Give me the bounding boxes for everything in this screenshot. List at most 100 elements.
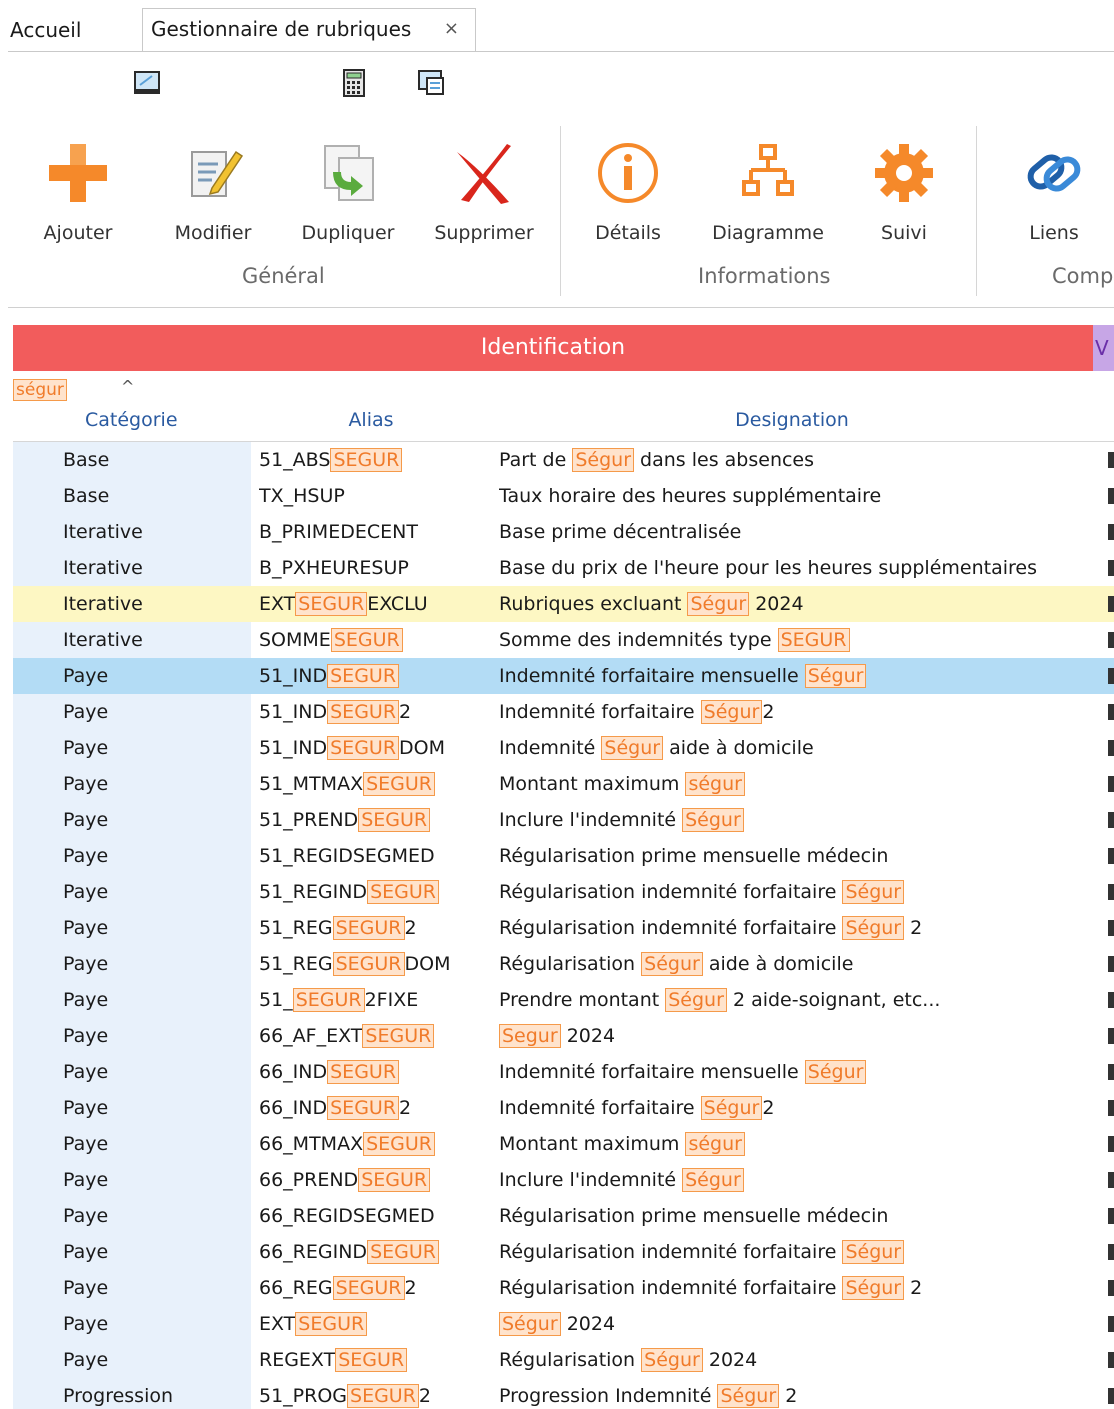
search-highlight: SEGUR xyxy=(335,1348,408,1372)
diagram-icon xyxy=(742,144,794,196)
table-row[interactable]: Paye 66_IND SEGUR 2 Indemnité forfaitaire Sé… xyxy=(13,1090,1114,1126)
cell-alias: 66_MTMAX SEGUR xyxy=(259,1126,491,1162)
cell-next xyxy=(1108,488,1114,504)
cell-text: SOMME xyxy=(259,629,331,651)
cell-text: 2024 xyxy=(560,1313,616,1335)
column-header-next[interactable] xyxy=(1093,371,1114,442)
link-icon xyxy=(1027,154,1081,192)
table-row[interactable]: Iterative EXT SEGUR EXCLU Rubriques excluant… xyxy=(13,586,1114,622)
search-highlight: SEGUR xyxy=(295,592,368,616)
search-highlight: Ségur xyxy=(842,916,905,940)
tab-accueil[interactable]: Accueil xyxy=(10,10,81,50)
tab-gestionnaire-rubriques[interactable]: Gestionnaire de rubriques × xyxy=(142,8,476,52)
suivi-button[interactable]: Suivi xyxy=(844,138,964,244)
cell-categorie: Paye xyxy=(13,766,251,802)
cell-text: dans les absences xyxy=(634,449,815,471)
cell-text: 51_IND xyxy=(259,665,328,687)
cell-designation: Indemnité forfaitaire Ségur 2 xyxy=(499,694,1093,730)
diagramme-button[interactable]: Diagramme xyxy=(708,138,828,244)
table-row[interactable]: Paye 51_PREND SEGUR Inclure l'indemnité Ség… xyxy=(13,802,1114,838)
table-row[interactable]: Iterative SOMME SEGUR Somme des indemnités … xyxy=(13,622,1114,658)
table-row[interactable]: Paye 51_IND SEGUR Indemnité forfaitaire men… xyxy=(13,658,1114,694)
liens-button[interactable]: Liens xyxy=(994,138,1114,244)
filter-chip[interactable]: ségur xyxy=(13,379,67,401)
table-row[interactable]: Base 51_ABS SEGUR Part de Ségur dans les ab… xyxy=(13,442,1114,478)
dupliquer-button[interactable]: Dupliquer xyxy=(288,138,408,244)
table-row[interactable]: Progression 51_PROG SEGUR 2 Progression Inde… xyxy=(13,1378,1114,1409)
cell-designation: Part de Ségur dans les absences xyxy=(499,442,1093,478)
window-icon[interactable] xyxy=(416,68,446,98)
supprimer-button[interactable]: Supprimer xyxy=(424,138,544,244)
table-row[interactable]: Paye 51_MTMAX SEGUR Montant maximum ségur xyxy=(13,766,1114,802)
cell-text: 51_IND xyxy=(259,701,328,723)
table-row[interactable]: Paye 66_REGIND SEGUR Régularisation indemni… xyxy=(13,1234,1114,1270)
column-label: Designation xyxy=(735,409,849,431)
table-row[interactable]: Paye 66_PREND SEGUR Inclure l'indemnité Ség… xyxy=(13,1162,1114,1198)
cell-next xyxy=(1108,1352,1114,1368)
cell-next xyxy=(1108,524,1114,540)
cell-text: DOM xyxy=(399,737,446,759)
cell-categorie: Iterative xyxy=(13,514,251,550)
cell-text: EXCLU xyxy=(367,593,428,615)
table-row[interactable]: Paye 51_REG SEGUR 2 Régularisation indemnité… xyxy=(13,910,1114,946)
table-row[interactable]: Paye 51_IND SEGUR DOM Indemnité Ségur aide à… xyxy=(13,730,1114,766)
ribbon-divider xyxy=(8,307,1114,308)
search-highlight: SEGUR xyxy=(330,628,403,652)
ajouter-button[interactable]: Ajouter xyxy=(18,138,138,244)
cell-text: DOM xyxy=(404,953,451,975)
search-highlight: SEGUR xyxy=(327,700,400,724)
cell-designation: Base du prix de l'heure pour les heures … xyxy=(499,550,1093,586)
search-highlight: SEGUR xyxy=(777,628,850,652)
table-row[interactable]: Paye 51_IND SEGUR 2 Indemnité forfaitaire Sé… xyxy=(13,694,1114,730)
cell-text: Régularisation indemnité forfaitaire xyxy=(499,1277,843,1299)
cell-designation: Régularisation indemnité forfaitaire Ség… xyxy=(499,874,1093,910)
table-row[interactable]: Paye 51_ SEGUR 2FIXE Prendre montant Ségur 2… xyxy=(13,982,1114,1018)
table-row[interactable]: Iterative B_PXHEURESUP Base du prix de l'h… xyxy=(13,550,1114,586)
table-row[interactable]: Base TX_HSUP Taux horaire des heures suppl… xyxy=(13,478,1114,514)
cell-categorie: Paye xyxy=(13,982,251,1018)
cell-categorie: Paye xyxy=(13,1270,251,1306)
cell-text: 2 xyxy=(404,1277,417,1299)
column-header-alias[interactable]: Alias xyxy=(251,371,492,442)
cell-categorie: Paye xyxy=(13,1306,251,1342)
cell-categorie: Paye xyxy=(13,1126,251,1162)
table-row[interactable]: Paye 66_REG SEGUR 2 Régularisation indemnité… xyxy=(13,1270,1114,1306)
duplicate-icon xyxy=(324,145,374,201)
table-row[interactable]: Paye 51_REGIDSEGMED Régularisation prime m… xyxy=(13,838,1114,874)
search-highlight: SEGUR xyxy=(332,1276,405,1300)
cell-text: 2024 xyxy=(749,593,804,615)
search-highlight: SEGUR xyxy=(363,772,435,796)
column-header-categorie[interactable]: ségur ^ Catégorie xyxy=(13,371,252,442)
monitor-icon[interactable] xyxy=(132,68,162,98)
table-row[interactable]: Paye 66_IND SEGUR Indemnité forfaitaire men… xyxy=(13,1054,1114,1090)
cell-designation: Régularisation Ségur aide à domicile xyxy=(499,946,1093,982)
table-row[interactable]: Paye 66_AF_EXT SEGUR Segur 2024 xyxy=(13,1018,1114,1054)
table-row[interactable]: Iterative B_PRIMEDECENT Base prime décentr… xyxy=(13,514,1114,550)
calculator-icon[interactable] xyxy=(339,68,369,98)
search-highlight: SEGUR xyxy=(330,448,403,472)
search-highlight: SEGUR xyxy=(327,1096,400,1120)
modifier-button[interactable]: Modifier xyxy=(153,138,273,244)
band-next: V xyxy=(1093,325,1114,371)
table-row[interactable]: Paye 66_MTMAX SEGUR Montant maximum ségur xyxy=(13,1126,1114,1162)
cell-text: 66_AF_EXT xyxy=(259,1025,363,1047)
cell-text: 51_IND xyxy=(259,737,328,759)
group-separator xyxy=(976,126,977,296)
column-header-designation[interactable]: Designation xyxy=(491,371,1094,442)
cell-alias: 51_REGIDSEGMED xyxy=(259,838,491,874)
table-row[interactable]: Paye REGEXT SEGUR Régularisation Ségur 2024 xyxy=(13,1342,1114,1378)
cell-text: 2 xyxy=(904,1277,923,1299)
table-row[interactable]: Paye 51_REGIND SEGUR Régularisation indemni… xyxy=(13,874,1114,910)
cell-alias: 66_IND SEGUR xyxy=(259,1054,491,1090)
details-button[interactable]: Détails xyxy=(568,138,688,244)
dupliquer-label: Dupliquer xyxy=(301,222,395,244)
table-row[interactable]: Paye 51_REG SEGUR DOM Régularisation Ségur a… xyxy=(13,946,1114,982)
cell-next xyxy=(1108,776,1114,792)
cell-text: Indemnité forfaitaire xyxy=(499,701,701,723)
cell-next xyxy=(1108,668,1114,684)
close-icon[interactable]: × xyxy=(444,9,459,49)
cell-designation: Ségur 2024 xyxy=(499,1306,1093,1342)
cell-text: 66_MTMAX xyxy=(259,1133,364,1155)
table-row[interactable]: Paye 66_REGIDSEGMED Régularisation prime m… xyxy=(13,1198,1114,1234)
table-row[interactable]: Paye EXT SEGUR Ségur 2024 xyxy=(13,1306,1114,1342)
